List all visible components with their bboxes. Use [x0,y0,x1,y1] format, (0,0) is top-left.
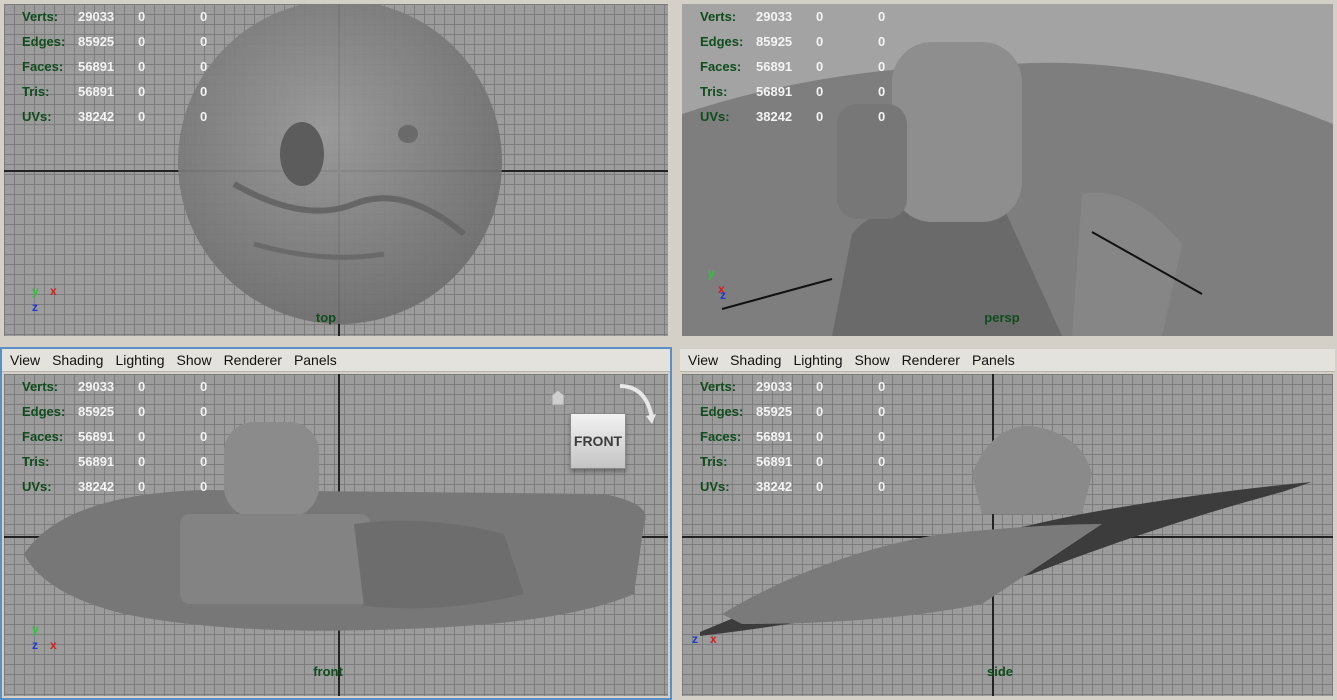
hud-row-tris: Tris: 56891 0 0 [700,84,886,99]
axis-indicator-icon: z x [692,632,717,646]
menu-shading[interactable]: Shading [52,352,103,368]
viewport-front[interactable]: Verts: 29033 0 0 Edges: 85925 0 0 Faces: 56891 0… [4,374,668,696]
menu-lighting[interactable]: Lighting [115,352,164,368]
hud-row-edges: Edges: 85925 0 0 [22,404,208,419]
camera-label-top: top [315,310,337,325]
panel-menubar: View Shading Lighting Show Renderer Pane… [2,349,670,372]
hud-row-verts: Verts: 29033 0 0 [22,379,208,394]
menu-show[interactable]: Show [855,352,890,368]
hud-row-faces: Faces: 56891 0 0 [22,59,208,74]
menu-panels[interactable]: Panels [972,352,1015,368]
axis-indicator-icon: y x z [708,266,726,302]
hud-row-faces: Faces: 56891 0 0 [700,59,886,74]
hud-poly-count: Verts: 29033 0 0 Edges: 85925 0 0 Faces: 56891 0… [700,374,940,499]
camera-label-side: side [986,664,1014,679]
viewport-top[interactable]: Verts: 29033 0 0 Edges: 85925 0 0 Faces: 56891 0… [4,4,668,336]
hud-row-faces: Faces: 56891 0 0 [22,429,208,444]
menu-view[interactable]: View [10,352,40,368]
hud-row-verts: Verts: 29033 0 0 [22,9,208,24]
hud-poly-count: Verts: 29033 0 0 Edges: 85925 0 0 Faces: 56891 0… [22,374,262,499]
viewport-pane-front[interactable]: View Shading Lighting Show Renderer Pane… [0,347,672,700]
viewport-pane-side[interactable]: View Shading Lighting Show Renderer Pane… [678,347,1337,700]
camera-label-persp: persp [984,310,1020,325]
viewcube-face-front[interactable]: FRONT [570,413,626,469]
menu-renderer[interactable]: Renderer [902,352,960,368]
viewcube[interactable]: FRONT [548,380,656,480]
hud-poly-count: Verts: 29033 0 0 Edges: 85925 0 0 Faces: 56891 0… [22,4,262,129]
hud-row-verts: Verts: 29033 0 0 [700,379,886,394]
viewport-persp[interactable]: Verts: 29033 0 0 Edges: 85925 0 0 Faces: 56891 0… [682,4,1333,336]
hud-row-uvs: UVs: 38242 0 0 [22,479,208,494]
camera-label-front: front [313,664,343,679]
hud-row-tris: Tris: 56891 0 0 [22,454,208,469]
menu-show[interactable]: Show [177,352,212,368]
axis-indicator-icon: y x z [32,284,57,314]
hud-row-uvs: UVs: 38242 0 0 [700,479,886,494]
hud-row-edges: Edges: 85925 0 0 [700,404,886,419]
hud-poly-count: Verts: 29033 0 0 Edges: 85925 0 0 Faces: 56891 0… [700,4,940,129]
menu-renderer[interactable]: Renderer [224,352,282,368]
hud-row-uvs: UVs: 38242 0 0 [22,109,208,124]
home-icon[interactable] [548,388,568,406]
menu-lighting[interactable]: Lighting [793,352,842,368]
hud-row-verts: Verts: 29033 0 0 [700,9,886,24]
hud-row-edges: Edges: 85925 0 0 [700,34,886,49]
viewport-side[interactable]: Verts: 29033 0 0 Edges: 85925 0 0 Faces: 56891 0… [682,374,1333,696]
viewport-pane-persp[interactable]: Verts: 29033 0 0 Edges: 85925 0 0 Faces: 56891 0… [678,0,1337,340]
menu-view[interactable]: View [688,352,718,368]
hud-row-edges: Edges: 85925 0 0 [22,34,208,49]
menu-panels[interactable]: Panels [294,352,337,368]
viewport-pane-top[interactable]: Verts: 29033 0 0 Edges: 85925 0 0 Faces: 56891 0… [0,0,672,340]
hud-row-tris: Tris: 56891 0 0 [22,84,208,99]
panel-menubar: View Shading Lighting Show Renderer Pane… [680,349,1335,372]
axis-indicator-icon: y z x [32,622,57,652]
hud-row-tris: Tris: 56891 0 0 [700,454,886,469]
menu-shading[interactable]: Shading [730,352,781,368]
hud-row-faces: Faces: 56891 0 0 [700,429,886,444]
hud-row-uvs: UVs: 38242 0 0 [700,109,886,124]
